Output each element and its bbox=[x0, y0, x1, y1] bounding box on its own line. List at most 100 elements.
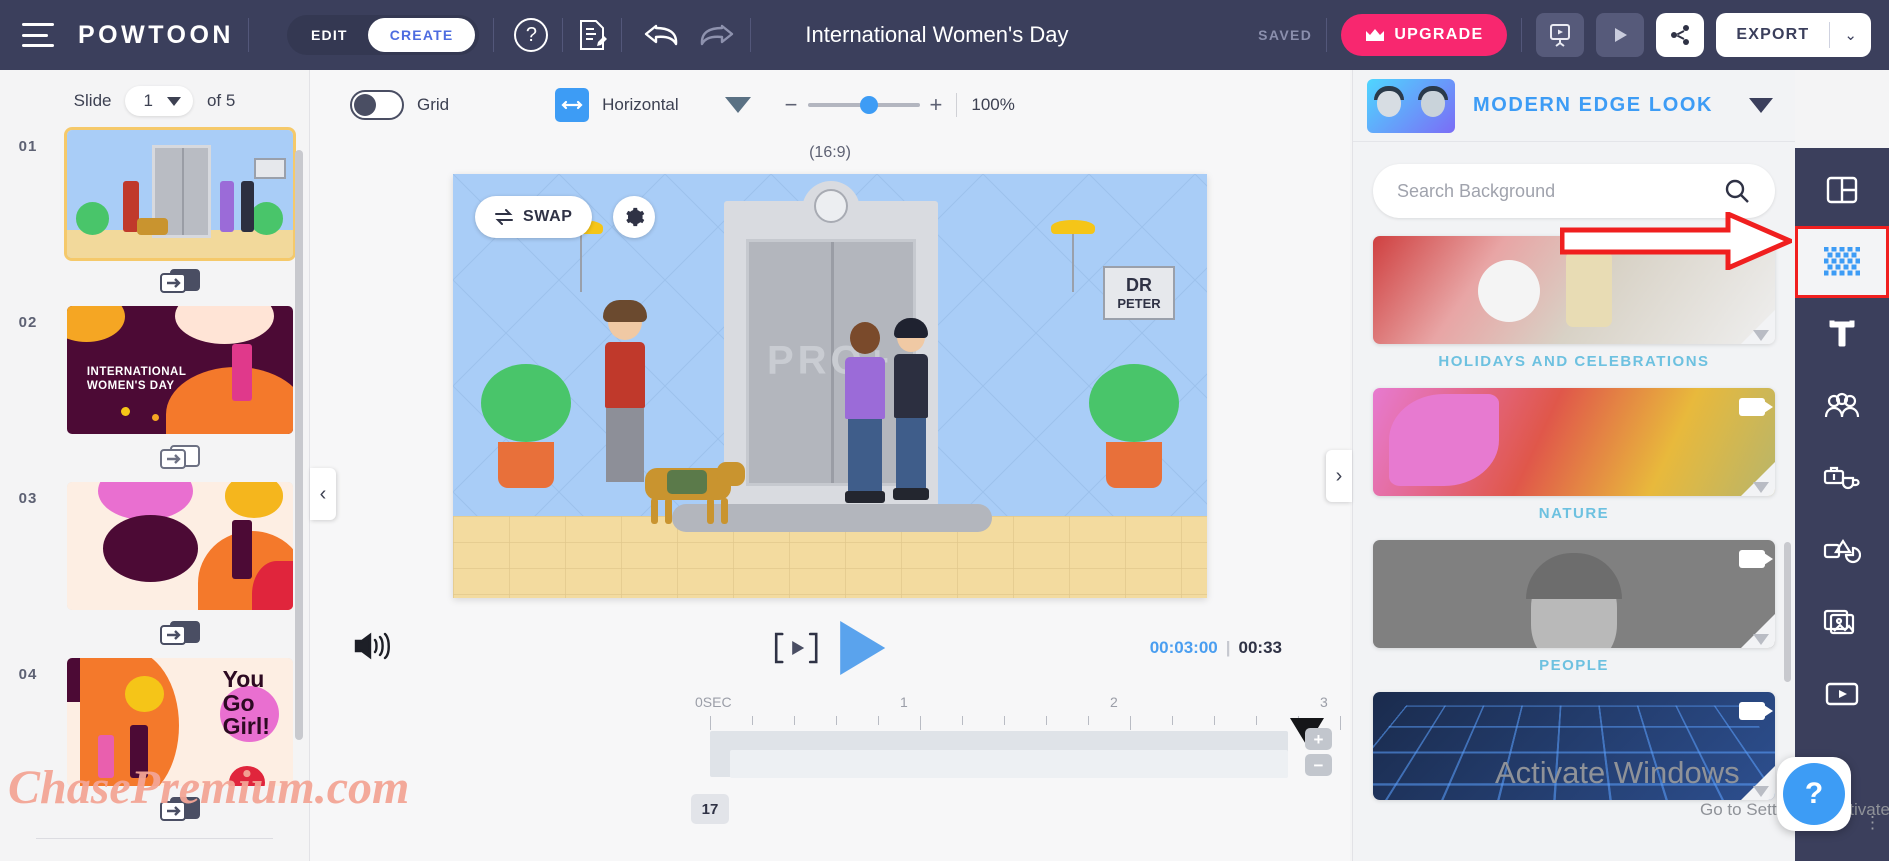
search-input[interactable] bbox=[1397, 180, 1723, 202]
swap-button[interactable]: SWAP bbox=[475, 196, 592, 238]
doctor-sign[interactable]: DR PETER bbox=[1103, 266, 1175, 320]
character-man-purple[interactable] bbox=[845, 322, 885, 503]
plant-right[interactable] bbox=[1089, 364, 1179, 488]
hamburger-menu-icon[interactable] bbox=[22, 23, 56, 47]
help-bubble-button[interactable]: ? bbox=[1777, 757, 1851, 831]
upgrade-button[interactable]: UPGRADE bbox=[1341, 14, 1508, 56]
collapse-library-panel-handle[interactable]: › bbox=[1326, 450, 1352, 502]
slide-transition-icon[interactable] bbox=[158, 443, 202, 473]
share-button[interactable] bbox=[1656, 13, 1705, 57]
caret-down-icon[interactable] bbox=[1753, 482, 1769, 493]
library-thumbnail-tech[interactable] bbox=[1373, 692, 1775, 800]
zoom-slider-knob[interactable] bbox=[859, 96, 878, 114]
create-tab[interactable]: CREATE bbox=[367, 18, 476, 52]
swap-arrows-icon bbox=[495, 209, 513, 225]
add-blank-slide[interactable]: + Blank slide bbox=[0, 839, 309, 861]
help-button[interactable]: ? bbox=[514, 18, 549, 52]
zoom-in-button[interactable]: + bbox=[930, 92, 943, 118]
plant-left[interactable] bbox=[481, 364, 571, 488]
look-header: MODERN EDGE LOOK bbox=[1353, 70, 1795, 142]
timeline: 0SEC 1 2 3 4 bbox=[310, 686, 1551, 826]
library-item[interactable]: NATURE bbox=[1373, 388, 1775, 522]
undo-button[interactable] bbox=[642, 20, 682, 50]
rail-item-images[interactable] bbox=[1795, 586, 1889, 658]
zoom-value: 100% bbox=[971, 95, 1015, 114]
slide-word-label: Slide bbox=[73, 91, 112, 110]
divider bbox=[1326, 18, 1328, 52]
library-thumbnail-people[interactable] bbox=[1373, 540, 1775, 648]
look-dropdown-caret-icon[interactable] bbox=[1749, 98, 1773, 113]
slide-transition-icon[interactable] bbox=[158, 619, 202, 649]
slide-number: 01 bbox=[18, 138, 38, 155]
preview-button[interactable] bbox=[1596, 13, 1645, 57]
character-avatars-icon[interactable] bbox=[1367, 78, 1455, 133]
grid-toggle[interactable] bbox=[350, 90, 404, 120]
vertical-dots-icon[interactable]: ⋮ bbox=[1864, 814, 1881, 831]
export-button[interactable]: EXPORT ⌄ bbox=[1716, 13, 1871, 57]
present-button[interactable] bbox=[1536, 13, 1585, 57]
rail-item-shapes[interactable] bbox=[1795, 514, 1889, 586]
search-background-box[interactable] bbox=[1373, 164, 1775, 218]
thumbnail-art-elevator bbox=[66, 130, 293, 258]
caret-down-icon[interactable] bbox=[1753, 330, 1769, 341]
timeline-subtrack[interactable] bbox=[730, 750, 1288, 778]
rail-item-background[interactable] bbox=[1795, 226, 1889, 298]
aspect-ratio-label: (16:9) bbox=[809, 144, 851, 161]
slide-transition-icon[interactable] bbox=[158, 267, 202, 297]
share-nodes-icon bbox=[1671, 25, 1690, 45]
collapse-slides-panel-handle[interactable]: ‹ bbox=[310, 468, 336, 520]
redo-button[interactable] bbox=[696, 20, 736, 50]
project-title[interactable]: International Women's Day bbox=[805, 22, 1068, 48]
slide-number: 04 bbox=[18, 666, 38, 683]
saved-status: SAVED bbox=[1258, 27, 1313, 43]
library-item[interactable]: PEOPLE bbox=[1373, 540, 1775, 674]
volume-button[interactable] bbox=[352, 629, 392, 668]
horizontal-arrows-icon[interactable] bbox=[555, 88, 590, 122]
zoom-out-button[interactable]: − bbox=[785, 92, 798, 118]
canvas-settings-button[interactable] bbox=[613, 196, 655, 238]
chevron-down-icon[interactable]: ⌄ bbox=[1830, 26, 1871, 44]
characters-icon bbox=[1824, 392, 1860, 418]
caret-down-icon[interactable] bbox=[1753, 634, 1769, 645]
library-scrollbar[interactable] bbox=[1784, 542, 1791, 682]
slide-transition-icon[interactable] bbox=[158, 795, 202, 825]
orientation-dropdown-caret-icon[interactable] bbox=[724, 97, 751, 113]
slide-selector-row: Slide 1 of 5 bbox=[0, 70, 309, 126]
notes-button[interactable] bbox=[577, 18, 608, 52]
stage-area: Grid Horizontal − + 100% (16:9) PRO+ DR … bbox=[310, 70, 1551, 861]
edit-tab[interactable]: EDIT bbox=[291, 27, 368, 43]
caret-down-icon bbox=[166, 96, 181, 106]
speaker-icon bbox=[354, 632, 390, 659]
rail-item-text[interactable] bbox=[1795, 298, 1889, 370]
rail-item-characters[interactable] bbox=[1795, 370, 1889, 442]
library-panel: MODERN EDGE LOOK HOLIDAYS AND CELEBRATIO… bbox=[1352, 70, 1795, 861]
slide-thumbnail-1[interactable] bbox=[63, 127, 296, 261]
slide-number: 02 bbox=[18, 314, 38, 331]
slide-number-dropdown[interactable]: 1 bbox=[125, 86, 193, 116]
slide-canvas[interactable]: PRO+ DR PETER SWAP bbox=[453, 174, 1207, 598]
thumbnail-art-yougo: You Go Girl! bbox=[66, 658, 293, 786]
slides-scrollbar[interactable] bbox=[295, 150, 303, 740]
library-item[interactable] bbox=[1373, 692, 1775, 800]
character-woman-black[interactable] bbox=[893, 318, 929, 500]
ruler-label-2: 2 bbox=[1110, 694, 1118, 710]
rail-item-layout[interactable] bbox=[1795, 154, 1889, 226]
service-dog[interactable] bbox=[635, 462, 747, 524]
zoom-slider[interactable] bbox=[807, 96, 920, 114]
red-pointer-arrow bbox=[1560, 212, 1792, 270]
play-button[interactable] bbox=[840, 621, 886, 675]
slide-thumbnail-4[interactable]: You Go Girl! bbox=[66, 658, 293, 786]
rail-item-props[interactable] bbox=[1795, 442, 1889, 514]
rail-item-video[interactable] bbox=[1795, 658, 1889, 730]
library-caption: HOLIDAYS AND CELEBRATIONS bbox=[1438, 353, 1710, 370]
frame-play-button[interactable] bbox=[770, 631, 822, 665]
timeline-zoom-out-button[interactable]: − bbox=[1305, 754, 1332, 776]
caret-down-icon[interactable] bbox=[1753, 786, 1769, 797]
video-badge-icon bbox=[1739, 550, 1773, 568]
slide-thumbnail-3[interactable] bbox=[66, 482, 293, 610]
library-thumbnail-nature[interactable] bbox=[1373, 388, 1775, 496]
slide-thumbnail-2[interactable]: INTERNATIONAL WOMEN'S DAY bbox=[66, 306, 293, 434]
timeline-zoom-in-button[interactable]: + bbox=[1305, 728, 1332, 750]
character-woman-red[interactable] bbox=[603, 300, 647, 482]
magnifier-icon[interactable] bbox=[1723, 177, 1751, 205]
